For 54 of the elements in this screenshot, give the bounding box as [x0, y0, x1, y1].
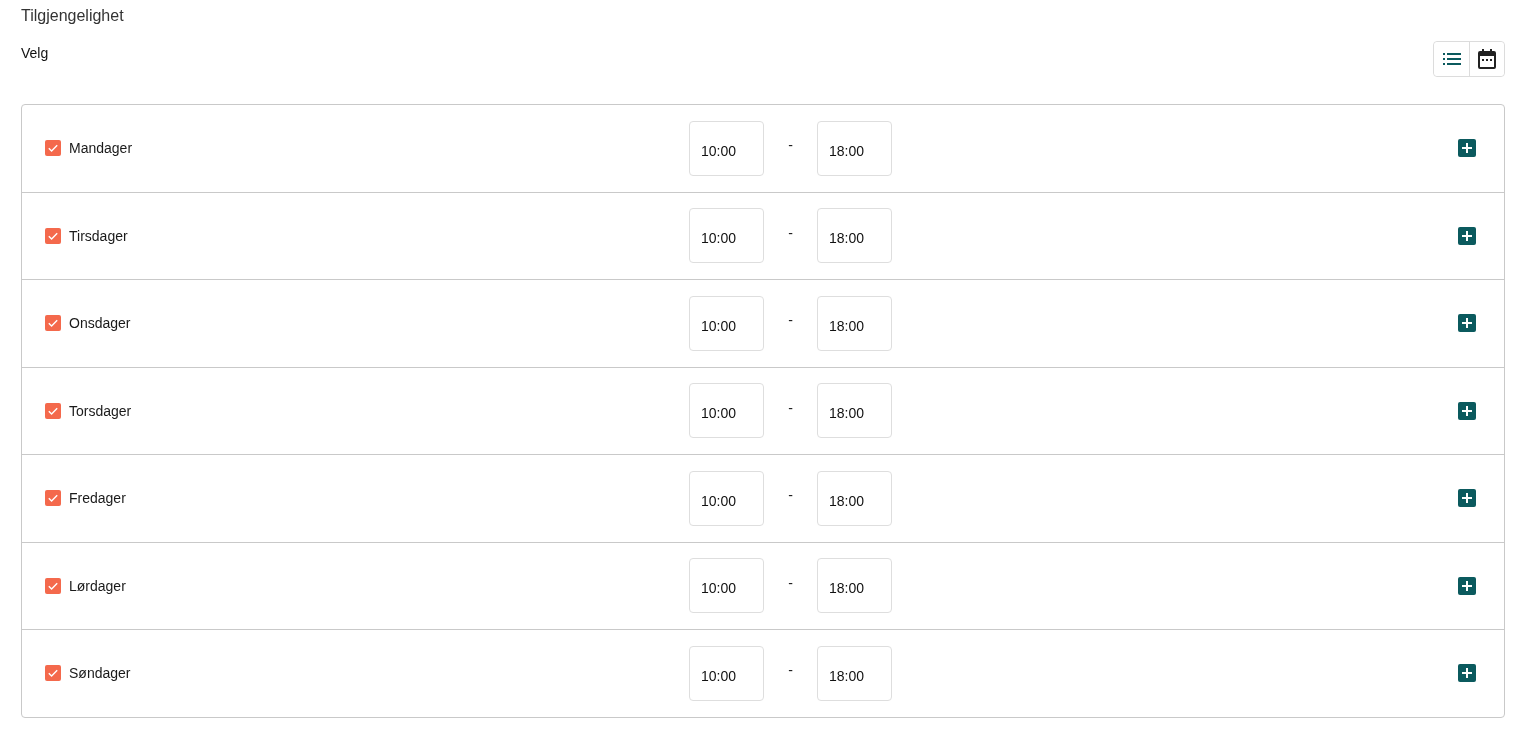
end-time-field[interactable]: 18:00: [817, 470, 892, 526]
add-button[interactable]: [1458, 664, 1476, 683]
add-button[interactable]: [1458, 489, 1476, 508]
checkbox[interactable]: [45, 227, 61, 244]
checkbox[interactable]: [45, 490, 61, 507]
section-title: Tilgjengelighet: [21, 6, 124, 26]
day-label: Torsdager: [69, 402, 132, 419]
day-label: Mandager: [69, 140, 133, 157]
time-separator: -: [787, 224, 794, 241]
add-button[interactable]: [1458, 226, 1476, 245]
add-button[interactable]: [1458, 401, 1476, 420]
day-label: Fredager: [69, 490, 126, 507]
plus-icon: [1458, 139, 1476, 158]
time-separator: -: [787, 312, 794, 329]
end-time-field[interactable]: 18:00: [817, 208, 892, 264]
start-time-field[interactable]: 10:00: [689, 120, 764, 176]
end-time-field[interactable]: 18:00: [817, 383, 892, 439]
calendar-icon: [1478, 49, 1496, 69]
time-separator: -: [787, 574, 794, 591]
end-time-field[interactable]: 18:00: [817, 558, 892, 614]
time-separator: -: [787, 399, 794, 416]
start-time-field[interactable]: 10:00: [689, 383, 764, 439]
checkbox[interactable]: [45, 665, 61, 682]
plus-icon: [1458, 576, 1476, 595]
checkbox[interactable]: [45, 577, 61, 594]
select-label: Velg: [21, 44, 49, 62]
plus-icon: [1458, 314, 1476, 333]
day-label: Tirsdager: [69, 227, 128, 244]
add-button[interactable]: [1458, 576, 1476, 595]
end-time-field[interactable]: 18:00: [817, 645, 892, 701]
time-separator: -: [787, 662, 794, 679]
end-time-field[interactable]: 18:00: [817, 295, 892, 351]
plus-icon: [1458, 489, 1476, 508]
checkbox[interactable]: [45, 402, 61, 419]
plus-icon: [1458, 401, 1476, 420]
plus-icon: [1458, 664, 1476, 683]
day-label: Lørdager: [69, 577, 126, 594]
add-button[interactable]: [1458, 314, 1476, 333]
start-time-field[interactable]: 10:00: [689, 558, 764, 614]
checkbox[interactable]: [45, 140, 61, 157]
day-label: Søndager: [69, 665, 131, 682]
calendar-view-button[interactable]: [1469, 42, 1504, 76]
start-time-field[interactable]: 10:00: [689, 470, 764, 526]
start-time-field[interactable]: 10:00: [689, 645, 764, 701]
start-time-field[interactable]: 10:00: [689, 208, 764, 264]
add-button[interactable]: [1458, 139, 1476, 158]
day-label: Onsdager: [69, 315, 131, 332]
plus-icon: [1458, 226, 1476, 245]
list-icon: [1442, 53, 1461, 65]
start-time-field[interactable]: 10:00: [689, 295, 764, 351]
end-time-field[interactable]: 18:00: [817, 120, 892, 176]
checkbox[interactable]: [45, 315, 61, 332]
time-separator: -: [787, 487, 794, 504]
time-separator: -: [787, 137, 794, 154]
